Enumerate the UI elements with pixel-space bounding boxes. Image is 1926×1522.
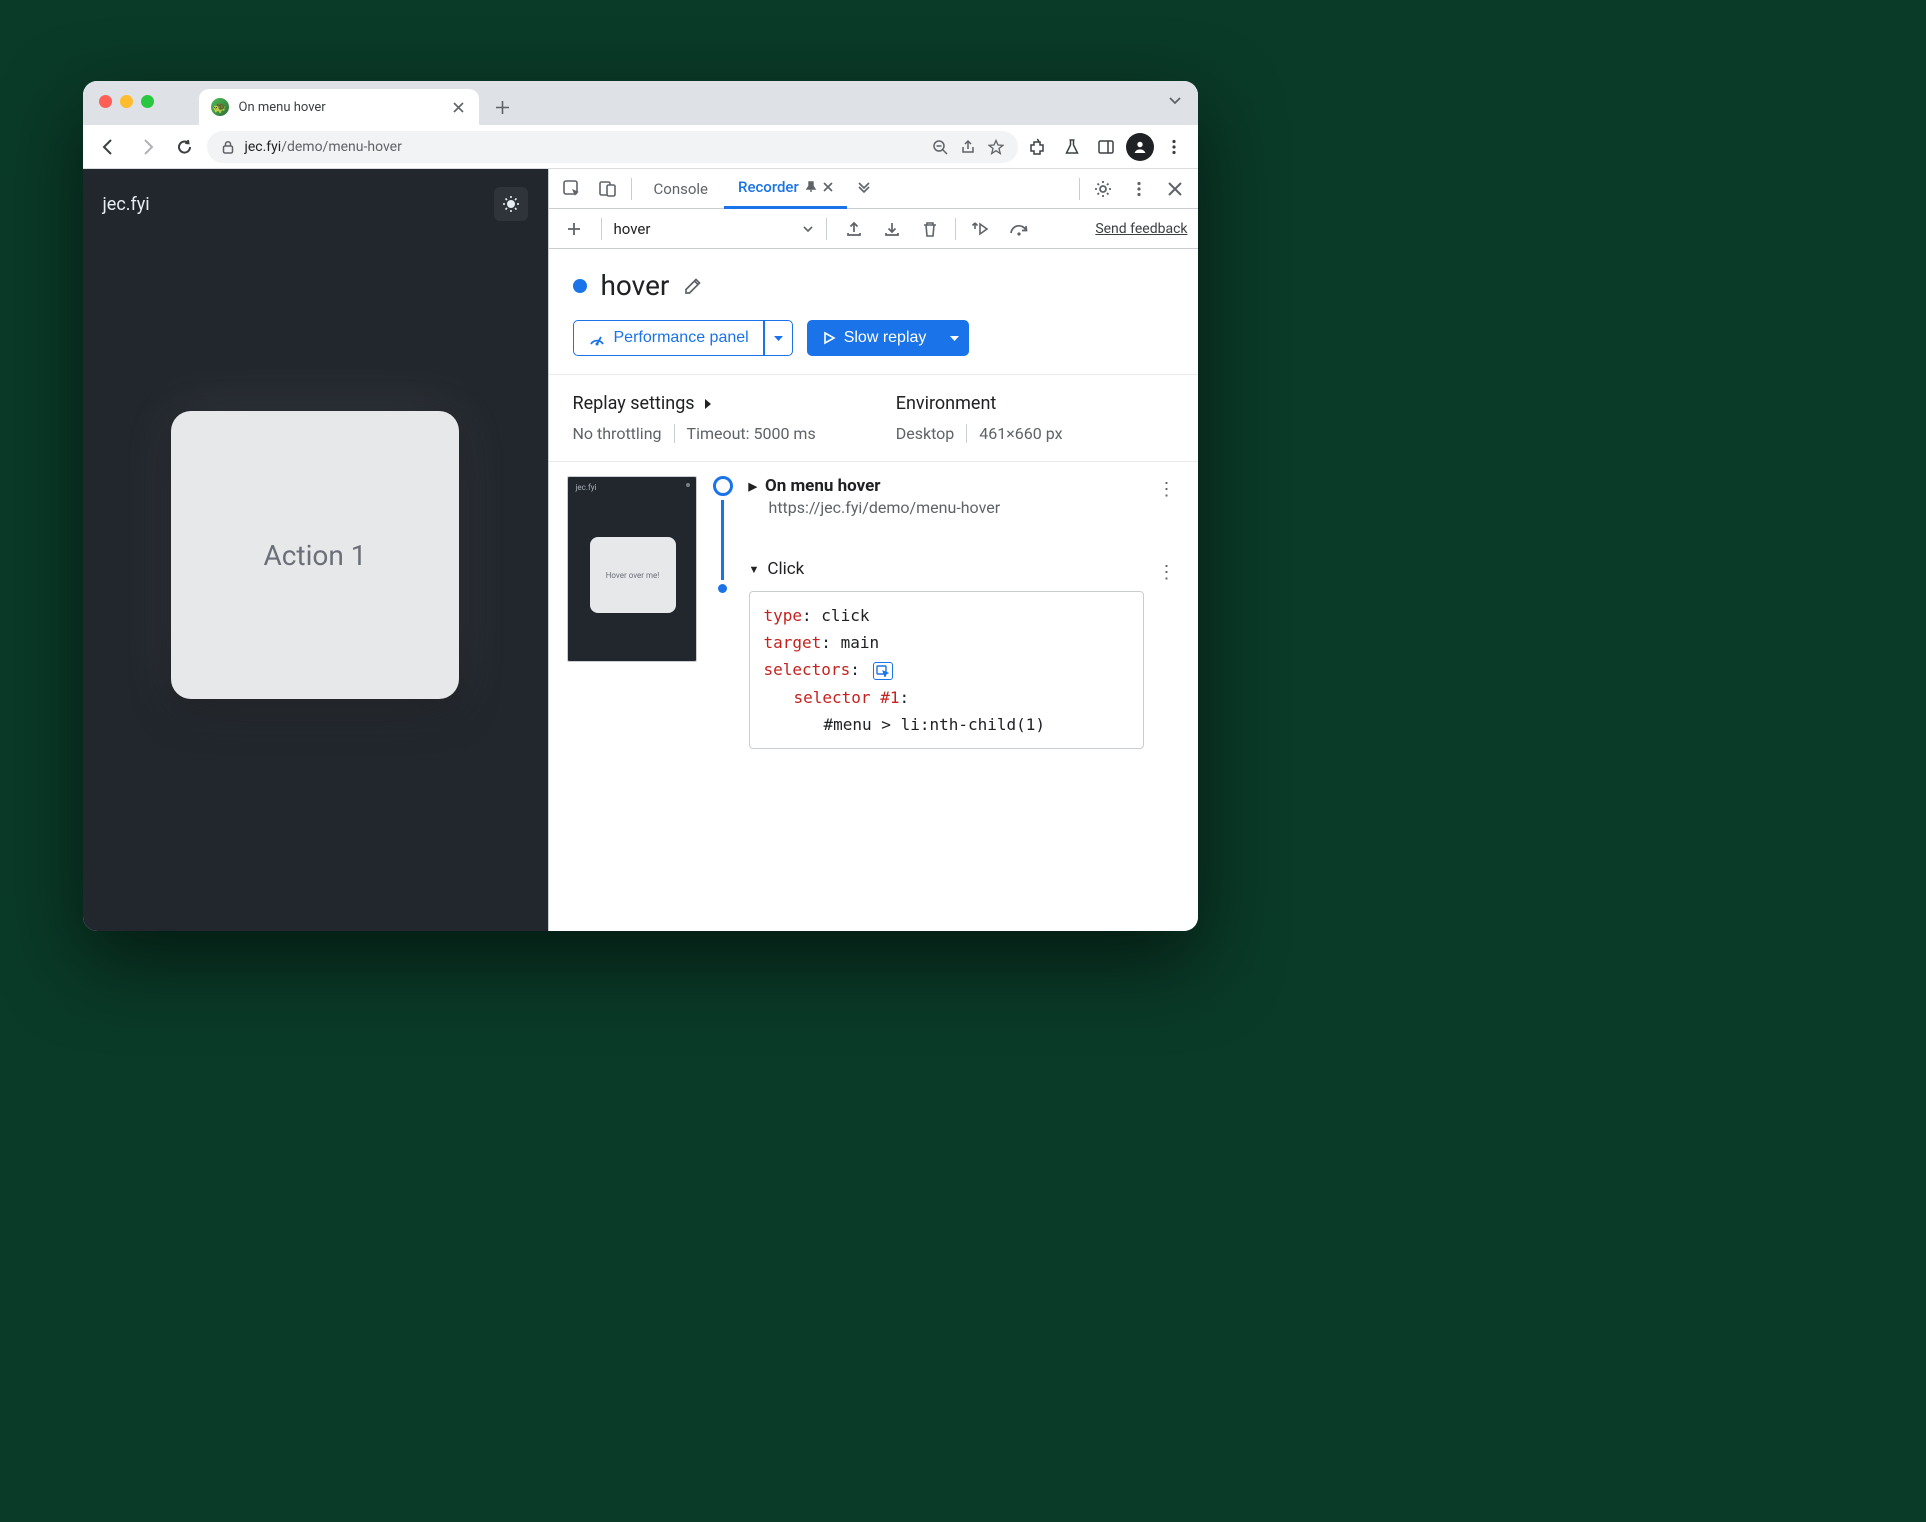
- device-toolbar-icon[interactable]: [593, 174, 623, 204]
- reload-button[interactable]: [169, 131, 201, 163]
- slow-replay-button[interactable]: Slow replay: [807, 320, 942, 356]
- import-icon[interactable]: [877, 214, 907, 244]
- browser-tab[interactable]: 🐢 On menu hover: [199, 89, 479, 125]
- slow-replay-dropdown[interactable]: [941, 320, 969, 356]
- bookmark-star-icon[interactable]: [988, 139, 1004, 155]
- lock-icon: [221, 140, 235, 154]
- window-minimize-button[interactable]: [120, 95, 133, 108]
- performance-panel-dropdown[interactable]: [764, 320, 793, 356]
- pick-selector-icon[interactable]: [873, 662, 893, 680]
- theme-toggle-button[interactable]: [494, 187, 528, 221]
- step-menu-button[interactable]: ⋮: [1154, 476, 1180, 502]
- send-feedback-link[interactable]: Send feedback: [1095, 221, 1187, 237]
- site-name: jec.fyi: [103, 194, 150, 215]
- tabs-overflow-button[interactable]: [1168, 93, 1182, 107]
- environment-label: Environment: [896, 393, 1063, 414]
- edit-title-button[interactable]: [683, 276, 703, 296]
- tab-close-button[interactable]: [451, 99, 467, 115]
- window-close-button[interactable]: [99, 95, 112, 108]
- new-recording-button[interactable]: [559, 214, 589, 244]
- address-bar[interactable]: jec.fyi/demo/menu-hover: [207, 131, 1018, 163]
- slow-replay-button-group: Slow replay: [807, 320, 970, 356]
- new-tab-button[interactable]: [489, 93, 517, 121]
- step-navigate-url: https://jec.fyi/demo/menu-hover: [769, 498, 1144, 517]
- extensions-button[interactable]: [1024, 133, 1052, 161]
- step-menu-button[interactable]: ⋮: [1154, 559, 1180, 585]
- export-icon[interactable]: [839, 214, 869, 244]
- step-click-toggle[interactable]: ▼ Click: [749, 559, 1144, 579]
- performance-panel-button[interactable]: Performance panel: [573, 320, 764, 356]
- step-into-icon[interactable]: [966, 214, 996, 244]
- url-domain: jec.fyi: [245, 139, 282, 155]
- recording-status-dot: [573, 279, 587, 293]
- step-navigate-toggle[interactable]: ▶ On menu hover: [749, 476, 1144, 496]
- url-path: /demo/menu-hover: [281, 139, 402, 155]
- timeline: [711, 476, 735, 749]
- performance-panel-button-group: Performance panel: [573, 320, 793, 356]
- browser-window: 🐢 On menu hover jec.fyi/demo/menu-ho: [83, 81, 1198, 931]
- zoom-icon[interactable]: [932, 139, 948, 155]
- tab-console[interactable]: Console: [640, 169, 723, 209]
- step-click-details: type: click target: main selectors: sele…: [749, 591, 1144, 749]
- throttle-value: No throttling: [573, 424, 662, 443]
- tab-recorder[interactable]: Recorder: [724, 169, 847, 209]
- card-text: Action 1: [263, 539, 366, 572]
- share-icon[interactable]: [960, 139, 976, 155]
- tabs-overflow-icon[interactable]: [849, 174, 879, 204]
- browser-toolbar: jec.fyi/demo/menu-hover: [83, 125, 1198, 169]
- back-button[interactable]: [93, 131, 125, 163]
- side-panel-icon[interactable]: [1092, 133, 1120, 161]
- devtools-panel: Console Recorder: [548, 169, 1198, 931]
- delete-icon[interactable]: [915, 214, 945, 244]
- step-screenshot-thumbnail[interactable]: Hover over me!: [567, 476, 697, 662]
- env-device: Desktop: [896, 424, 955, 443]
- tab-close-icon[interactable]: [823, 182, 833, 192]
- page-viewport: jec.fyi Action 1: [83, 169, 548, 931]
- devtools-menu-icon[interactable]: [1124, 174, 1154, 204]
- chevron-down-icon: [802, 223, 814, 235]
- inspect-element-icon[interactable]: [557, 174, 587, 204]
- step-over-icon[interactable]: [1004, 214, 1034, 244]
- replay-settings-toggle[interactable]: Replay settings: [573, 393, 816, 414]
- forward-button[interactable]: [131, 131, 163, 163]
- demo-card[interactable]: Action 1: [171, 411, 459, 699]
- labs-flask-icon[interactable]: [1058, 133, 1086, 161]
- devtools-close-icon[interactable]: [1160, 174, 1190, 204]
- profile-avatar[interactable]: [1126, 133, 1154, 161]
- timeout-value: Timeout: 5000 ms: [687, 424, 816, 443]
- thumb-card-text: Hover over me!: [590, 537, 676, 613]
- settings-gear-icon[interactable]: [1088, 174, 1118, 204]
- recording-selector[interactable]: hover: [614, 220, 814, 238]
- titlebar: 🐢 On menu hover: [83, 81, 1198, 125]
- chrome-menu-button[interactable]: [1160, 133, 1188, 161]
- window-zoom-button[interactable]: [141, 95, 154, 108]
- favicon-icon: 🐢: [211, 98, 229, 116]
- pin-icon: [805, 181, 817, 193]
- recording-title: hover: [601, 269, 670, 302]
- tab-title: On menu hover: [239, 100, 326, 115]
- env-size: 461×660 px: [979, 424, 1062, 443]
